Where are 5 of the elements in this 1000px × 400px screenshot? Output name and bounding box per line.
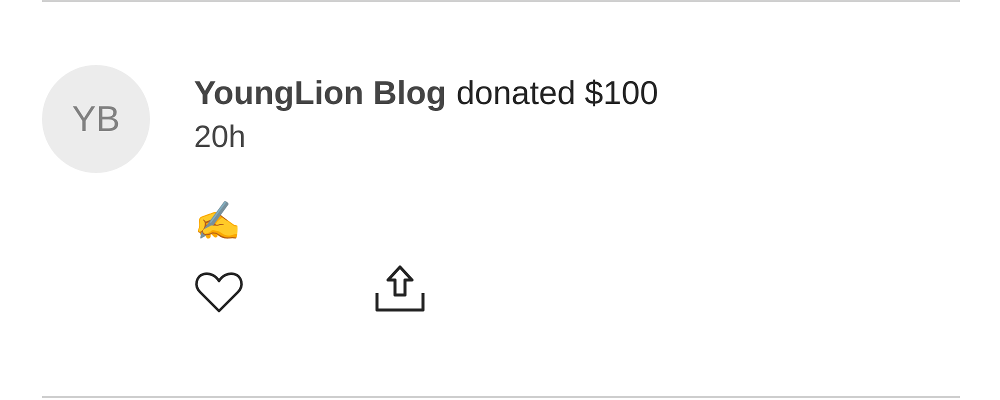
like-button[interactable] bbox=[194, 271, 244, 315]
action-text: donated $100 bbox=[456, 73, 658, 113]
author-name[interactable]: YoungLion Blog bbox=[194, 71, 446, 115]
post-message: ✍ bbox=[194, 199, 242, 243]
post-time: 20h bbox=[194, 118, 247, 156]
